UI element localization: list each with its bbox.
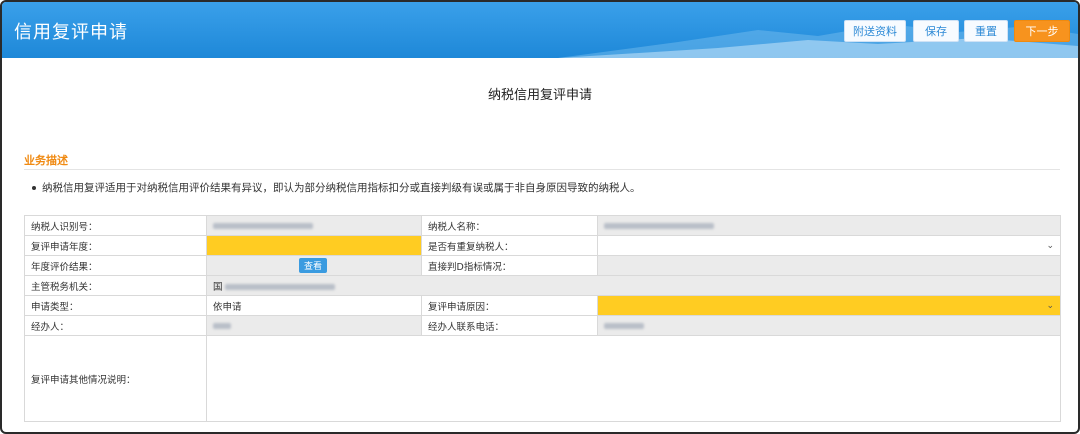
apply-type-value: 依申请 <box>206 295 422 316</box>
taxpayer-name-value <box>597 215 1061 236</box>
form-row: 年度评价结果： 查看 直接判D指标情况： <box>24 255 1061 276</box>
redacted-value <box>604 222 714 229</box>
save-button[interactable]: 保存 <box>913 20 959 42</box>
redacted-value <box>213 222 313 229</box>
other-notes-cell <box>206 335 1061 422</box>
next-step-button[interactable]: 下一步 <box>1014 20 1070 42</box>
application-form: 纳税人识别号： 纳税人名称： 复评申请年度： 是否有重复纳税人： ⌄ 年度评价结… <box>24 215 1061 422</box>
form-row: 复评申请其他情况说明： <box>24 335 1061 422</box>
form-row: 经办人： 经办人联系电话： <box>24 315 1061 336</box>
handler-phone-label: 经办人联系电话： <box>421 315 598 336</box>
business-description: 纳税信用复评适用于对纳税信用评价结果有异议，即认为部分纳税信用指标扣分或直接判级… <box>32 180 641 195</box>
other-notes-label: 复评申请其他情况说明： <box>24 335 207 422</box>
window-frame: 信用复评申请 附送资料 保存 重置 下一步 纳税信用复评申请 业务描述 纳税信用… <box>0 0 1080 434</box>
attach-materials-button[interactable]: 附送资料 <box>844 20 906 42</box>
taxpayer-id-value <box>206 215 422 236</box>
tax-authority-prefix: 国 <box>213 281 223 293</box>
handler-phone-value <box>597 315 1061 336</box>
review-reason-select[interactable]: ⌄ <box>597 295 1061 316</box>
chevron-down-icon: ⌄ <box>1046 300 1054 311</box>
section-divider <box>24 169 1060 170</box>
header-bar: 信用复评申请 附送资料 保存 重置 下一步 <box>2 2 1078 58</box>
duplicate-taxpayer-select[interactable]: ⌄ <box>597 235 1061 256</box>
description-text: 纳税信用复评适用于对纳税信用评价结果有异议，即认为部分纳税信用指标扣分或直接判级… <box>42 182 641 194</box>
other-notes-textarea[interactable] <box>207 336 1060 421</box>
annual-result-value: 查看 <box>206 255 422 276</box>
chevron-down-icon: ⌄ <box>1046 240 1054 251</box>
review-year-label: 复评申请年度： <box>24 235 207 256</box>
view-button[interactable]: 查看 <box>299 258 328 273</box>
redacted-value <box>213 322 231 329</box>
form-row: 复评申请年度： 是否有重复纳税人： ⌄ <box>24 235 1061 256</box>
taxpayer-id-label: 纳税人识别号： <box>24 215 207 236</box>
apply-type-label: 申请类型： <box>24 295 207 316</box>
reset-button[interactable]: 重置 <box>964 20 1008 42</box>
bullet-icon <box>32 186 36 190</box>
handler-label: 经办人： <box>24 315 207 336</box>
section-label: 业务描述 <box>24 154 68 167</box>
review-year-input[interactable] <box>206 235 422 256</box>
form-row: 申请类型： 依申请 复评申请原因： ⌄ <box>24 295 1061 316</box>
form-row: 纳税人识别号： 纳税人名称： <box>24 215 1061 236</box>
tax-authority-label: 主管税务机关： <box>24 275 207 296</box>
redacted-value <box>224 284 335 290</box>
page-title: 纳税信用复评申请 <box>487 88 592 103</box>
annual-result-label: 年度评价结果： <box>24 255 207 276</box>
review-reason-label: 复评申请原因： <box>421 295 598 316</box>
direct-d-label: 直接判D指标情况： <box>421 255 598 276</box>
tax-authority-value: 国 <box>206 275 1061 296</box>
duplicate-taxpayer-label: 是否有重复纳税人： <box>421 235 598 256</box>
handler-value <box>206 315 422 336</box>
direct-d-value <box>597 255 1061 276</box>
form-row: 主管税务机关： 国 <box>24 275 1061 296</box>
redacted-value <box>604 322 644 329</box>
taxpayer-name-label: 纳税人名称： <box>421 215 598 236</box>
header-title: 信用复评申请 <box>14 22 128 43</box>
